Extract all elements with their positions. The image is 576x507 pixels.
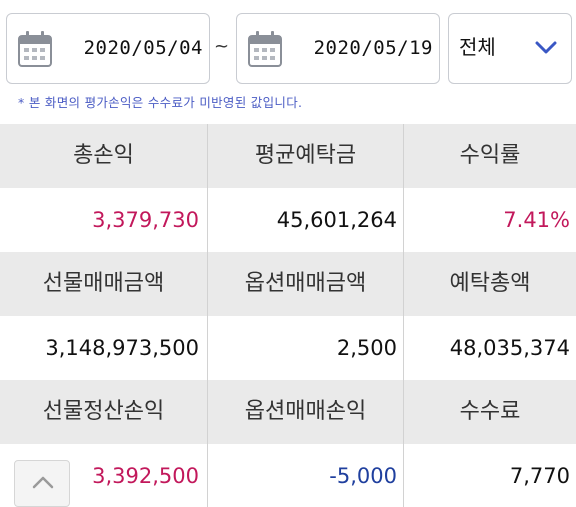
- calendar-icon: [18, 31, 52, 67]
- total-deposit-label: 예탁총액: [449, 271, 531, 296]
- value-row: 3,392,500 -5,000 7,770: [0, 444, 576, 507]
- end-date-value: 2020/05/19: [313, 37, 433, 59]
- value-row: 3,379,730 45,601,264 7.41%: [0, 188, 576, 252]
- header-cell: 수익률: [404, 124, 576, 188]
- scroll-top-button[interactable]: [14, 460, 70, 507]
- chevron-up-icon: [32, 476, 54, 489]
- return-rate-value: 7.41%: [503, 208, 570, 232]
- chevron-down-icon: [535, 41, 557, 54]
- type-select-value: 전체: [459, 35, 496, 59]
- header-cell: 선물매매금액: [0, 252, 208, 316]
- avg-deposit-label: 평균예탁금: [254, 143, 357, 168]
- header-row: 선물정산손익 옵션매매손익 수수료: [0, 380, 576, 444]
- start-date-value: 2020/05/04: [83, 37, 203, 59]
- options-trade-amount-value: 2,500: [336, 336, 397, 360]
- return-rate-label: 수익률: [459, 143, 521, 168]
- value-cell: 7,770: [404, 444, 576, 507]
- value-cell: 3,379,730: [0, 188, 208, 252]
- total-pnl-label: 총손익: [73, 143, 134, 168]
- value-cell: 48,035,374: [404, 316, 576, 380]
- header-cell: 선물정산손익: [0, 380, 208, 444]
- commission-value: 7,770: [509, 464, 570, 488]
- header-cell: 옵션매매금액: [208, 252, 404, 316]
- options-trade-amount-label: 옵션매매금액: [244, 271, 367, 296]
- header-row: 선물매매금액 옵션매매금액 예탁총액: [0, 252, 576, 316]
- valuation-notice: * 본 화면의 평가손익은 수수료가 미반영된 값입니다.: [18, 95, 303, 110]
- value-row: 3,148,973,500 2,500 48,035,374: [0, 316, 576, 380]
- futures-settlement-pnl-label: 선물정산손익: [42, 399, 165, 424]
- futures-trade-amount-label: 선물매매금액: [42, 271, 165, 296]
- header-row: 총손익 평균예탁금 수익률: [0, 124, 576, 188]
- filter-bar: 2020/05/04 ~ 2020/05/19 전체 * 본 화면의 평가손익은…: [0, 0, 576, 120]
- avg-deposit-value: 45,601,264: [276, 208, 397, 232]
- date-range-separator: ~: [214, 36, 230, 57]
- value-cell: 3,148,973,500: [0, 316, 208, 380]
- header-cell: 옵션매매손익: [208, 380, 404, 444]
- value-cell: 2,500: [208, 316, 404, 380]
- value-cell: 45,601,264: [208, 188, 404, 252]
- header-cell: 총손익: [0, 124, 208, 188]
- end-date-picker[interactable]: 2020/05/19: [236, 13, 440, 84]
- header-cell: 수수료: [404, 380, 576, 444]
- options-trade-pnl-label: 옵션매매손익: [244, 399, 367, 424]
- summary-grid: 총손익 평균예탁금 수익률 3,379,730 45,601,264 7.41%…: [0, 124, 576, 507]
- type-select[interactable]: 전체: [448, 13, 572, 84]
- calendar-icon: [248, 31, 282, 67]
- commission-label: 수수료: [459, 399, 521, 424]
- futures-settlement-pnl-value: 3,392,500: [92, 464, 199, 488]
- total-deposit-value: 48,035,374: [449, 336, 570, 360]
- header-cell: 예탁총액: [404, 252, 576, 316]
- futures-trade-amount-value: 3,148,973,500: [45, 336, 199, 360]
- start-date-picker[interactable]: 2020/05/04: [6, 13, 210, 84]
- value-cell: -5,000: [208, 444, 404, 507]
- value-cell: 7.41%: [404, 188, 576, 252]
- header-cell: 평균예탁금: [208, 124, 404, 188]
- options-trade-pnl-value: -5,000: [329, 464, 397, 488]
- total-pnl-value: 3,379,730: [92, 208, 199, 232]
